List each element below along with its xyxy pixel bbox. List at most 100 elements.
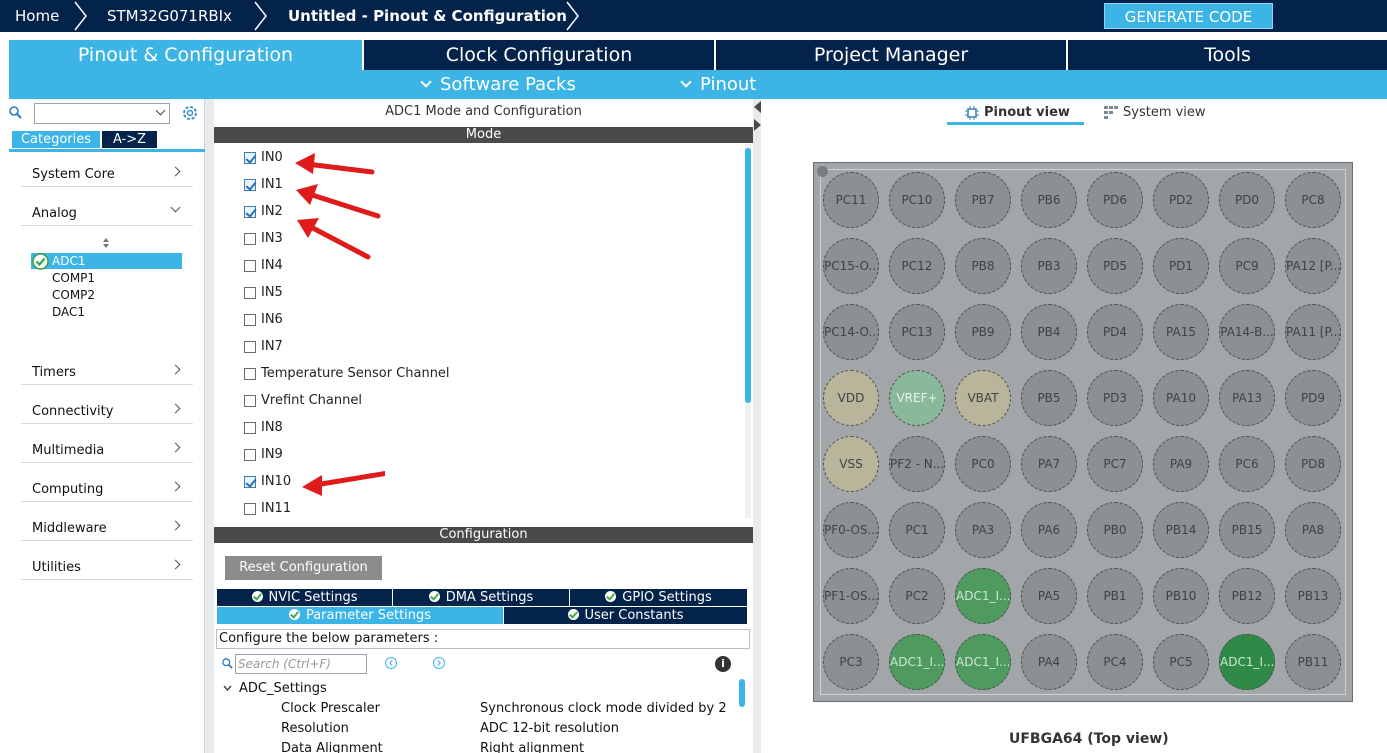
pin-adc1-i[interactable]: ADC1_I... [889, 634, 945, 690]
tab-clock-configuration[interactable]: Clock Configuration [364, 40, 716, 70]
pin-pb3[interactable]: PB3 [1021, 238, 1077, 294]
right-splitter[interactable] [753, 99, 761, 753]
pinout-menu[interactable]: Pinout [680, 70, 756, 99]
pin-pb15[interactable]: PB15 [1219, 502, 1275, 558]
pin-adc1-i[interactable]: ADC1_I... [955, 634, 1011, 690]
param-value[interactable]: Synchronous clock mode divided by 2 [480, 701, 727, 716]
pin-adc1-i[interactable]: ADC1_I... [1219, 634, 1275, 690]
category-connectivity[interactable]: Connectivity [21, 397, 193, 424]
pin-pb11[interactable]: PB11 [1285, 634, 1341, 690]
mode-scrollbar[interactable] [745, 148, 751, 403]
param-value[interactable]: Right alignment [480, 741, 584, 753]
pin-pf0-os[interactable]: PF0-OS... [823, 502, 879, 558]
pin-pc15-o[interactable]: PC15-O... [823, 238, 879, 294]
pin-pd3[interactable]: PD3 [1087, 370, 1143, 426]
pin-pc6[interactable]: PC6 [1219, 436, 1275, 492]
pin-pd4[interactable]: PD4 [1087, 304, 1143, 360]
param-value[interactable]: ADC 12-bit resolution [480, 721, 619, 736]
category-timers[interactable]: Timers [21, 358, 193, 385]
channel-checkbox[interactable] [244, 179, 256, 191]
channel-checkbox[interactable] [244, 314, 256, 326]
pin-pd5[interactable]: PD5 [1087, 238, 1143, 294]
collapse-arrows-icon[interactable] [754, 101, 761, 131]
parameter-search-input[interactable]: Search (Ctrl+F) [235, 654, 367, 674]
tab-user-constants[interactable]: User Constants [504, 607, 747, 624]
pin-pc7[interactable]: PC7 [1087, 436, 1143, 492]
pin-pc5[interactable]: PC5 [1153, 634, 1209, 690]
pin-pb1[interactable]: PB1 [1087, 568, 1143, 624]
pin-pb10[interactable]: PB10 [1153, 568, 1209, 624]
tab-categories[interactable]: Categories [12, 131, 100, 148]
pin-pa10[interactable]: PA10 [1153, 370, 1209, 426]
analog-item-comp1[interactable]: COMP1 [52, 271, 95, 285]
software-packs-menu[interactable]: Software Packs [420, 70, 576, 99]
pin-pc3[interactable]: PC3 [823, 634, 879, 690]
pin-pa8[interactable]: PA8 [1285, 502, 1341, 558]
pin-pb8[interactable]: PB8 [955, 238, 1011, 294]
channel-checkbox[interactable] [244, 152, 256, 164]
pin-pc8[interactable]: PC8 [1285, 172, 1341, 228]
pin-pa9[interactable]: PA9 [1153, 436, 1209, 492]
pin-pb6[interactable]: PB6 [1021, 172, 1077, 228]
pin-pd0[interactable]: PD0 [1219, 172, 1275, 228]
pin-pc14-o[interactable]: PC14-O... [823, 304, 879, 360]
pin-pc13[interactable]: PC13 [889, 304, 945, 360]
tab-system-view[interactable]: System view [1123, 105, 1206, 120]
tab-parameter-settings[interactable]: Parameter Settings [217, 607, 504, 624]
reset-configuration-button[interactable]: Reset Configuration [225, 556, 382, 580]
category-utilities[interactable]: Utilities [21, 553, 193, 580]
pin-pa12-p[interactable]: PA12 [P... [1285, 238, 1341, 294]
pin-pd9[interactable]: PD9 [1285, 370, 1341, 426]
analog-item-comp2[interactable]: COMP2 [52, 288, 95, 302]
pin-pc0[interactable]: PC0 [955, 436, 1011, 492]
pin-adc1-i[interactable]: ADC1_I... [955, 568, 1011, 624]
channel-checkbox[interactable] [244, 422, 256, 434]
category-multimedia[interactable]: Multimedia [21, 436, 193, 463]
pin-pb14[interactable]: PB14 [1153, 502, 1209, 558]
tab-pinout-configuration[interactable]: Pinout & Configuration [9, 40, 364, 70]
breadcrumb-project[interactable]: Untitled - Pinout & Configuration [288, 0, 567, 32]
pin-pd8[interactable]: PD8 [1285, 436, 1341, 492]
sort-icon[interactable] [101, 237, 111, 249]
pin-pb12[interactable]: PB12 [1219, 568, 1275, 624]
pin-pa4[interactable]: PA4 [1021, 634, 1077, 690]
param-group-adc-settings[interactable]: ADC_Settings [239, 681, 327, 696]
pin-pa11-p[interactable]: PA11 [P... [1285, 304, 1341, 360]
pin-pf1-os[interactable]: PF1-OS... [823, 568, 879, 624]
tab-project-manager[interactable]: Project Manager [716, 40, 1068, 70]
channel-checkbox[interactable] [244, 503, 256, 515]
pin-pb7[interactable]: PB7 [955, 172, 1011, 228]
tab-nvic-settings[interactable]: NVIC Settings [217, 589, 393, 606]
pin-pb5[interactable]: PB5 [1021, 370, 1077, 426]
breadcrumb-home[interactable]: Home [15, 0, 59, 32]
pin-pb4[interactable]: PB4 [1021, 304, 1077, 360]
pin-pc4[interactable]: PC4 [1087, 634, 1143, 690]
pin-pc2[interactable]: PC2 [889, 568, 945, 624]
analog-item-adc1[interactable]: ADC1 [31, 253, 182, 269]
channel-checkbox[interactable] [244, 395, 256, 407]
generate-code-button[interactable]: GENERATE CODE [1104, 3, 1273, 29]
category-system-core[interactable]: System Core [21, 160, 193, 187]
pin-vss[interactable]: VSS [823, 436, 879, 492]
pin-pd2[interactable]: PD2 [1153, 172, 1209, 228]
search-next-icon[interactable] [433, 657, 445, 669]
pin-pa15[interactable]: PA15 [1153, 304, 1209, 360]
pin-vdd[interactable]: VDD [823, 370, 879, 426]
channel-checkbox[interactable] [244, 368, 256, 380]
channel-checkbox[interactable] [244, 206, 256, 218]
category-middleware[interactable]: Middleware [21, 514, 193, 541]
category-computing[interactable]: Computing [21, 475, 193, 502]
pin-pa13[interactable]: PA13 [1219, 370, 1275, 426]
channel-checkbox[interactable] [244, 287, 256, 299]
tab-gpio-settings[interactable]: GPIO Settings [570, 589, 747, 606]
channel-checkbox[interactable] [244, 233, 256, 245]
param-scrollbar[interactable] [739, 679, 745, 707]
pin-pb0[interactable]: PB0 [1087, 502, 1143, 558]
tab-tools[interactable]: Tools [1068, 40, 1387, 70]
left-splitter[interactable] [205, 99, 214, 753]
pin-pc10[interactable]: PC10 [889, 172, 945, 228]
chevron-down-icon[interactable] [223, 684, 232, 693]
channel-checkbox[interactable] [244, 449, 256, 461]
info-icon[interactable]: i [715, 656, 731, 672]
channel-checkbox[interactable] [244, 476, 256, 488]
